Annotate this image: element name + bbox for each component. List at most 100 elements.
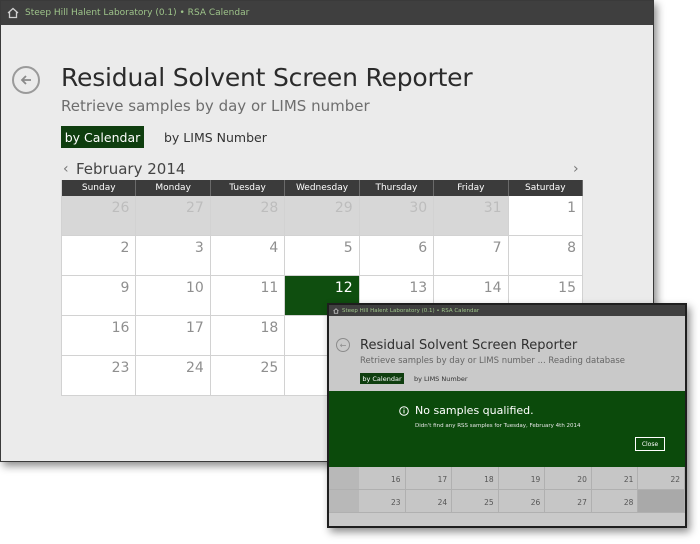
day-number: 13 [409,280,428,296]
overlay-calendar-day[interactable] [638,490,685,513]
day-number: 17 [186,320,204,336]
overlay-calendar-day[interactable]: 18 [452,467,499,490]
overlay-window-title: Steep Hill Halent Laboratory (0.1) • RSA… [342,307,480,314]
calendar-day[interactable]: 18 [210,316,286,356]
weekday-header: Monday [136,180,211,196]
overlay-page-subtitle: Retrieve samples by day or LIMS number .… [360,356,625,366]
tab-by-lims-number[interactable]: by LIMS Number [164,126,267,148]
day-number: 8 [567,240,576,256]
calendar-day[interactable]: 11 [210,276,286,316]
day-number: 26 [530,498,541,507]
day-number: 26 [111,200,130,216]
overlay-calendar-day[interactable]: 26 [498,490,546,513]
day-number: 30 [409,200,428,216]
day-number: 3 [194,240,204,256]
day-number: 12 [334,280,353,296]
overlay-calendar-day[interactable]: 19 [498,467,546,490]
day-number: 28 [623,498,634,507]
calendar-day[interactable]: 25 [210,356,286,396]
overlay-calendar-row: 16 17 18 19 20 21 22 [329,467,685,490]
day-number: 7 [492,240,502,256]
overlay-tab-by-lims-number[interactable]: by LIMS Number [414,373,468,384]
overlay-calendar-rows: 16 17 18 19 20 21 22 23 24 25 26 27 28 [329,467,685,513]
day-number: 18 [260,320,279,336]
day-number: 1 [567,200,576,216]
calendar-day[interactable]: 27 [136,196,211,236]
page-title: Residual Solvent Screen Reporter [61,63,473,92]
overlay-row-edge [329,467,359,490]
calendar-day[interactable]: 3 [136,236,211,276]
calendar-day[interactable]: 16 [62,316,137,356]
day-number: 25 [484,498,494,507]
overlay-title-bar: Steep Hill Halent Laboratory (0.1) • RSA… [329,305,685,316]
overlay-calendar-day[interactable]: 25 [452,490,499,513]
overlay-page-title: Residual Solvent Screen Reporter [360,338,578,353]
calendar-day[interactable]: 2 [62,236,137,276]
close-button[interactable]: Close [635,437,665,451]
calendar-day[interactable]: 6 [359,236,435,276]
calendar-day[interactable]: 5 [285,236,360,276]
calendar-day[interactable]: 26 [62,196,137,236]
day-number: 9 [120,280,130,296]
notification-message: No samples qualified. [415,404,534,417]
calendar-day[interactable]: 17 [136,316,211,356]
calendar-day[interactable]: 8 [508,236,583,276]
day-number: 23 [111,360,130,376]
month-label: February 2014 [76,160,186,178]
back-button[interactable] [12,66,40,94]
day-number: 16 [111,320,130,336]
overlay-calendar-day[interactable]: 28 [591,490,639,513]
day-number: 10 [186,280,204,296]
day-number: 15 [558,280,576,296]
calendar-day[interactable]: 24 [136,356,211,396]
calendar-day[interactable]: 23 [62,356,137,396]
tab-by-calendar[interactable]: by Calendar [61,126,144,148]
calendar-day[interactable]: 4 [210,236,286,276]
title-bar: Steep Hill Halent Laboratory (0.1) • RSA… [1,1,653,25]
calendar-day[interactable]: 10 [136,276,211,316]
calendar-day[interactable]: 1 [508,196,583,236]
overlay-calendar-day[interactable]: 24 [405,490,453,513]
overlay-window: Steep Hill Halent Laboratory (0.1) • RSA… [327,303,687,528]
weekday-header: Thursday [359,180,435,196]
day-number: 23 [391,498,401,507]
day-number: 27 [186,200,204,216]
calendar-day[interactable]: 28 [210,196,286,236]
overlay-calendar-day[interactable]: 27 [545,490,592,513]
weekday-header: Saturday [508,180,583,196]
overlay-calendar-day[interactable]: 22 [638,467,685,490]
calendar-day[interactable]: 30 [359,196,435,236]
day-number: 22 [670,475,680,484]
day-number: 24 [437,498,448,507]
day-number: 2 [120,240,130,256]
calendar-day[interactable]: 9 [62,276,137,316]
day-number: 19 [530,475,541,484]
home-icon[interactable] [333,307,339,314]
overlay-calendar-day[interactable]: 23 [359,490,406,513]
overlay-tab-by-calendar[interactable]: by Calendar [360,373,404,384]
calendar-day[interactable]: 31 [434,196,509,236]
weekday-header: Friday [434,180,509,196]
overlay-calendar-day[interactable]: 16 [359,467,406,490]
overlay-calendar-day[interactable]: 21 [591,467,639,490]
overlay-back-button[interactable]: ← [336,338,350,352]
notification-banner: No samples qualified. Didn't find any RS… [329,391,685,467]
day-number: 27 [577,498,587,507]
weekday-header: Wednesday [285,180,360,196]
calendar-day[interactable]: 7 [434,236,509,276]
day-number: 24 [186,360,204,376]
weekday-header: Tuesday [210,180,286,196]
overlay-calendar-day[interactable]: 20 [545,467,592,490]
overlay-calendar-day[interactable]: 17 [405,467,453,490]
weekday-header: Sunday [62,180,137,196]
day-number: 29 [334,200,353,216]
prev-month-icon[interactable]: ‹ [63,161,69,177]
home-icon[interactable] [7,7,19,19]
calendar-day[interactable]: 29 [285,196,360,236]
day-number: 18 [484,475,494,484]
day-number: 16 [391,475,401,484]
day-number: 14 [483,280,502,296]
day-number: 31 [483,200,502,216]
day-number: 11 [260,280,279,296]
next-month-icon[interactable]: › [573,161,579,177]
